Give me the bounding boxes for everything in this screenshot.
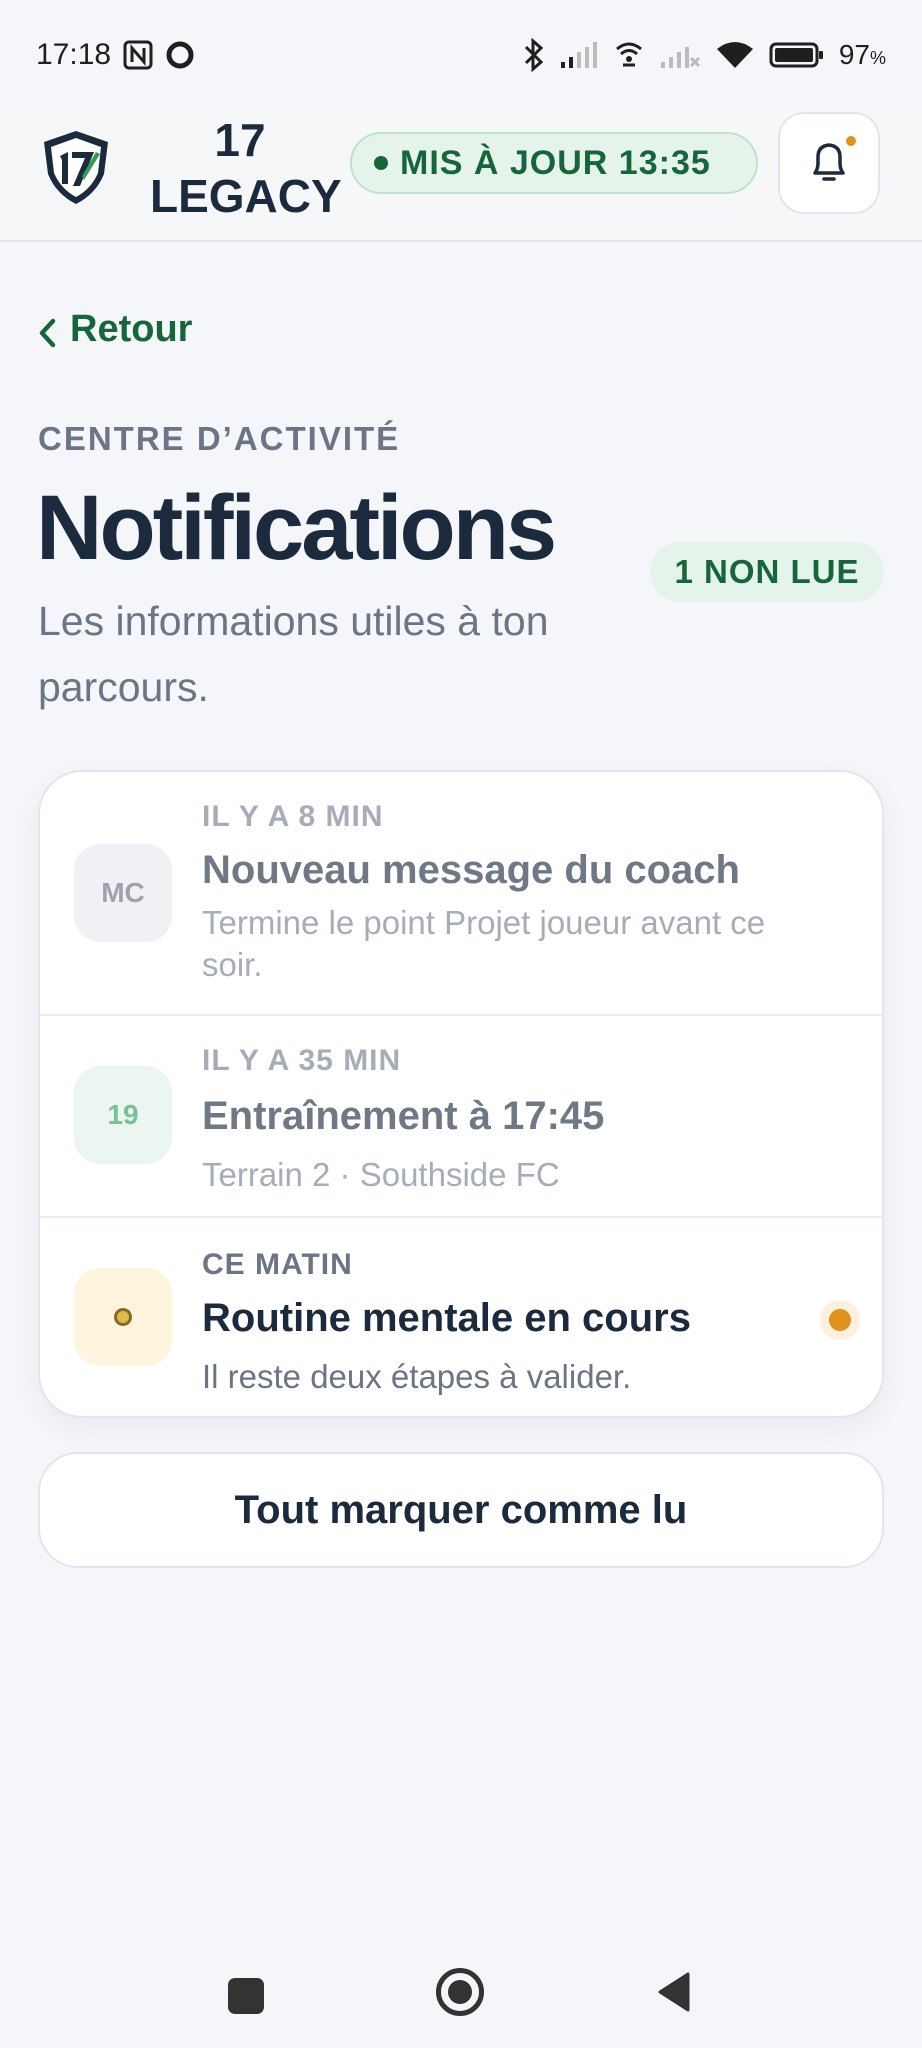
nfc-icon	[123, 40, 153, 70]
back-link[interactable]: Retour	[38, 308, 192, 351]
notification-body: Termine le point Projet joueur avant ce …	[202, 904, 766, 983]
notification-body: Il reste deux étapes à valider.	[202, 1358, 632, 1395]
home-icon[interactable]	[436, 1968, 484, 2016]
notification-time: CE MATIN	[202, 1248, 353, 1281]
unread-count-badge: 1 NON LUE	[650, 542, 884, 602]
notifications-button[interactable]	[778, 112, 880, 214]
system-nav-bar	[0, 1940, 922, 2048]
notification-title: Entraînement à 17:45	[202, 1094, 605, 1138]
recent-apps-icon[interactable]	[228, 1978, 264, 2014]
shield-logo-icon[interactable]	[40, 128, 112, 206]
status-dot-icon	[374, 156, 388, 170]
new-notification-dot	[846, 136, 856, 146]
page-subtitle: Les informations utiles à ton parcours.	[38, 598, 549, 710]
brand-name: 17 LEGACY	[150, 114, 342, 222]
back-label: Retour	[70, 308, 193, 350]
page-title: Notifications	[36, 477, 557, 579]
bluetooth-icon	[523, 38, 545, 72]
bell-icon	[813, 143, 845, 181]
avatar: MC	[74, 844, 172, 942]
app-header: 17 LEGACY MIS À JOUR 13:35	[0, 110, 922, 242]
notification-time: IL Y A 8 MIN	[202, 800, 384, 833]
hotspot-icon	[613, 39, 645, 71]
status-bar: 17:18 97%	[0, 0, 922, 110]
signal-no-service-icon	[659, 40, 701, 70]
unread-indicator	[820, 1300, 860, 1340]
notification-body: Terrain 2 · Southside FC	[202, 1156, 560, 1193]
battery-level: 97%	[838, 39, 886, 70]
notification-time: IL Y A 35 MIN	[202, 1044, 402, 1077]
notification-title: Routine mentale en cours	[202, 1296, 691, 1340]
notification-title: Nouveau message du coach	[202, 848, 740, 892]
notification-item-coach-message[interactable]: MC IL Y A 8 MIN Nouveau message du coach…	[40, 772, 882, 1016]
date-badge: 19	[74, 1066, 172, 1164]
circle-icon	[165, 40, 195, 70]
wifi-icon	[715, 40, 755, 70]
back-icon[interactable]	[656, 1970, 692, 2019]
notification-item-training[interactable]: 19 IL Y A 35 MIN Entraînement à 17:45 Te…	[40, 1016, 882, 1218]
notification-list: MC IL Y A 8 MIN Nouveau message du coach…	[38, 770, 884, 1418]
battery-icon	[769, 41, 825, 69]
signal-icon	[559, 40, 599, 70]
chevron-left-icon	[39, 318, 56, 347]
last-updated-badge: MIS À JOUR 13:35	[350, 132, 758, 194]
page-eyebrow: CENTRE D’ACTIVITÉ	[38, 420, 401, 457]
notification-item-mental-routine[interactable]: CE MATIN Routine mentale en cours Il res…	[40, 1218, 882, 1416]
routine-icon	[74, 1268, 172, 1366]
last-updated-label: MIS À JOUR 13:35	[400, 143, 711, 182]
status-time: 17:18	[36, 38, 112, 71]
mark-all-read-button[interactable]: Tout marquer comme lu	[38, 1452, 884, 1568]
